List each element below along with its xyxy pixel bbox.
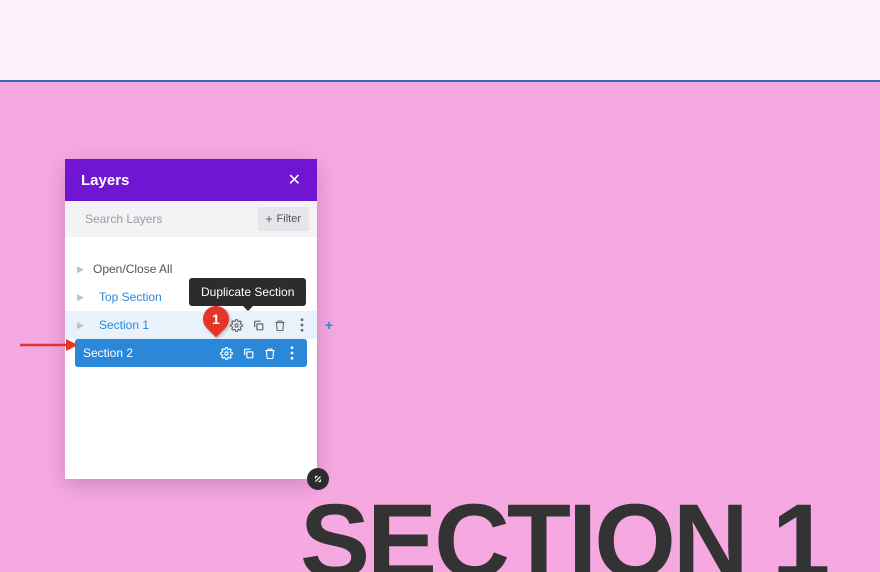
- chevron-right-icon: ▶: [77, 320, 87, 331]
- open-close-all-label: Open/Close All: [93, 262, 309, 276]
- plus-icon: +: [266, 212, 273, 226]
- more-vertical-icon[interactable]: [285, 346, 299, 360]
- add-section-button[interactable]: +: [325, 317, 333, 333]
- layer-item-label: Top Section: [99, 290, 309, 304]
- layers-panel: Layers ✕ + Filter ▶ Open/Close All ▶ Top…: [65, 159, 317, 479]
- panel-resize-handle[interactable]: [307, 468, 329, 490]
- filter-button-label: Filter: [277, 213, 301, 225]
- layers-tree: ▶ Open/Close All ▶ Top Section ▶ Section…: [65, 237, 317, 479]
- close-icon[interactable]: ✕: [288, 170, 301, 190]
- section-1-heading: SECTION 1: [300, 482, 827, 572]
- layers-panel-title: Layers: [81, 172, 129, 189]
- open-close-all-row[interactable]: ▶ Open/Close All: [65, 255, 317, 283]
- canvas-top-region: [0, 0, 880, 82]
- callout-marker-number: 1: [212, 311, 220, 327]
- layer-row-actions: [219, 346, 299, 360]
- trash-icon[interactable]: [273, 318, 287, 332]
- layer-item-label: Section 2: [83, 346, 219, 360]
- layers-panel-header[interactable]: Layers ✕: [65, 159, 317, 201]
- trash-icon[interactable]: [263, 346, 277, 360]
- gear-icon[interactable]: [229, 318, 243, 332]
- builder-canvas: SECTION 1 Layers ✕ + Filter ▶ Open/Close…: [0, 0, 880, 572]
- layer-item-section-1[interactable]: ▶ Section 1 +: [65, 311, 317, 339]
- resize-diagonal-icon: [312, 473, 324, 485]
- duplicate-icon[interactable]: [241, 346, 255, 360]
- layers-search-row: + Filter: [65, 201, 317, 237]
- search-input[interactable]: [85, 212, 258, 226]
- layer-row-actions: [229, 318, 309, 332]
- callout-arrow-icon: [20, 338, 78, 352]
- layer-item-section-2[interactable]: Section 2: [75, 339, 307, 367]
- gear-icon[interactable]: [219, 346, 233, 360]
- filter-button[interactable]: + Filter: [258, 207, 309, 231]
- chevron-right-icon: ▶: [77, 264, 87, 275]
- duplicate-icon[interactable]: [251, 318, 265, 332]
- chevron-right-icon: ▶: [77, 292, 87, 303]
- more-vertical-icon[interactable]: [295, 318, 309, 332]
- layer-item-top-section[interactable]: ▶ Top Section: [65, 283, 317, 311]
